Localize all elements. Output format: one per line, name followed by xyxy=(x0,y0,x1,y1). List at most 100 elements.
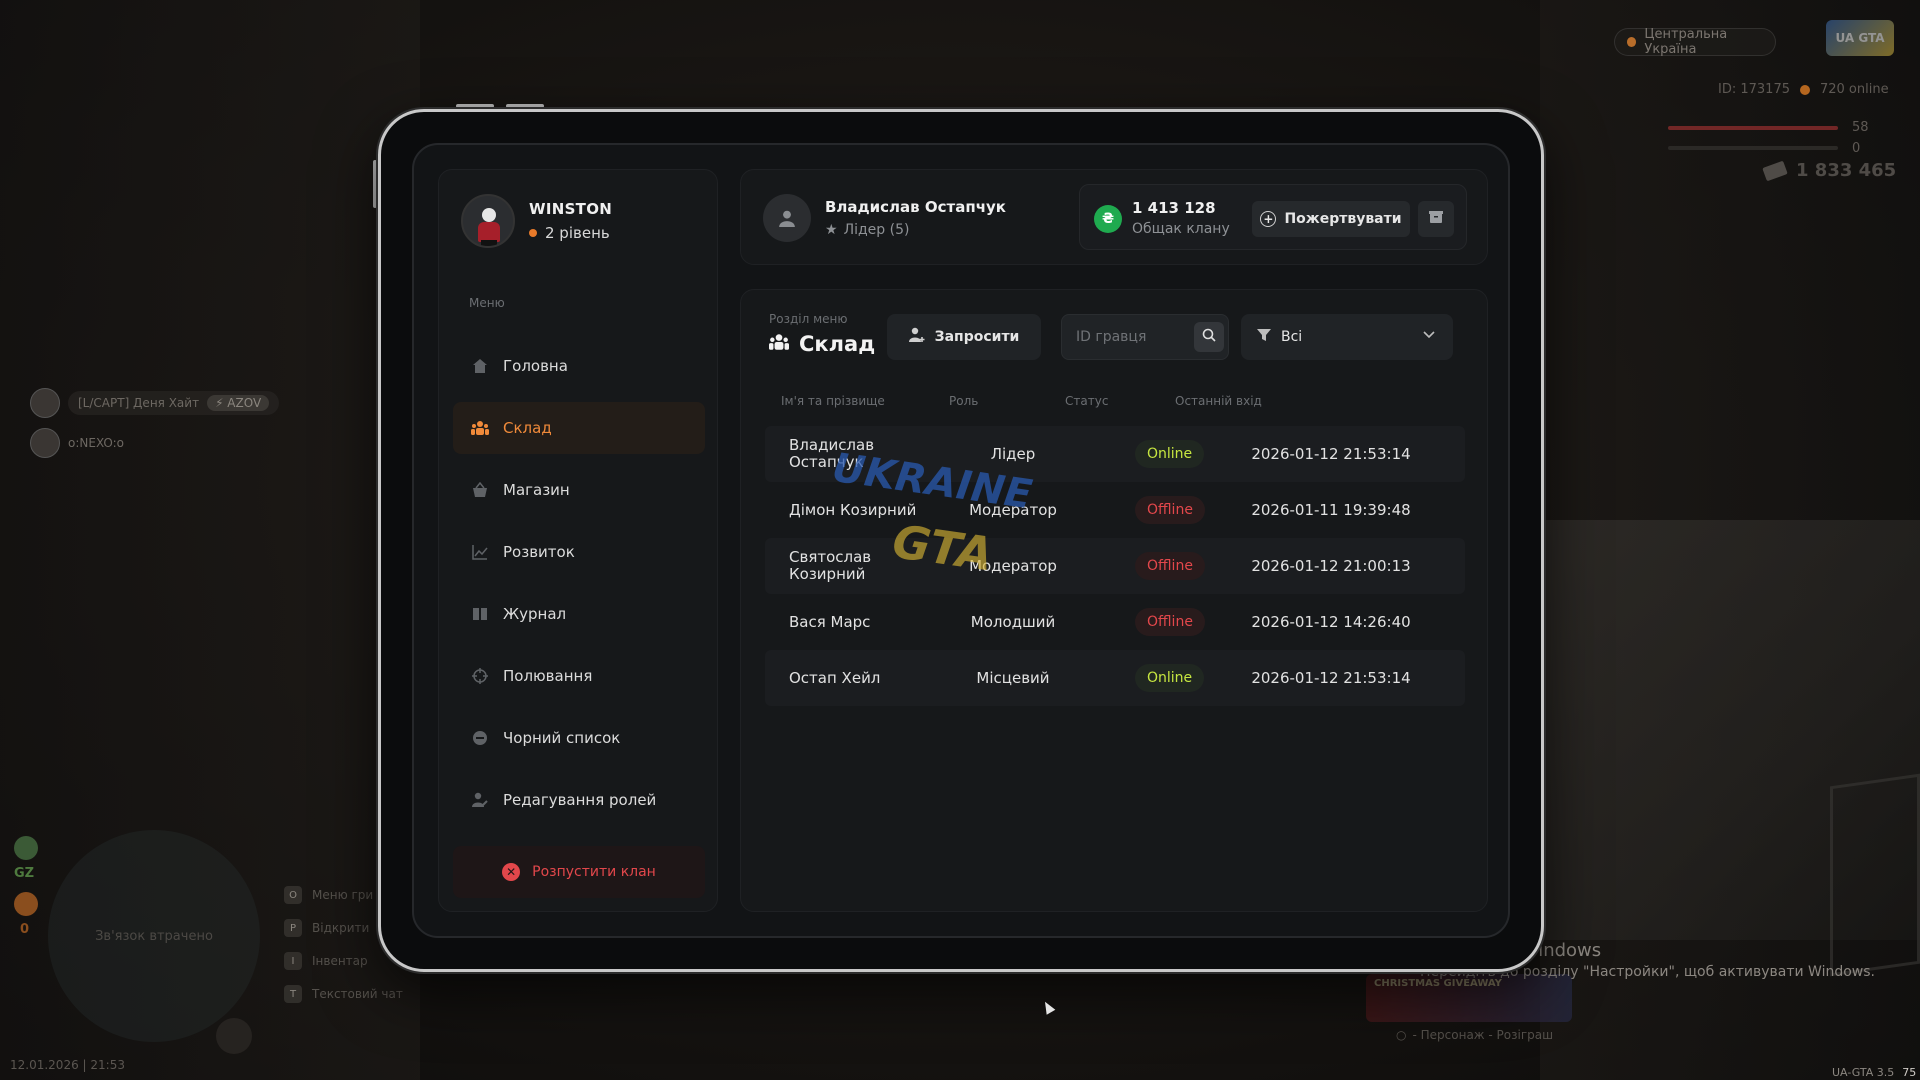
table-row[interactable]: Владислав Остапчук Лідер Online 2026-01-… xyxy=(765,426,1465,482)
leader-role: ★ Лідер (5) xyxy=(825,222,910,238)
sidebar-item-journal[interactable]: Журнал xyxy=(453,588,705,640)
donate-button[interactable]: + Пожертвувати xyxy=(1252,201,1410,237)
member-role: Лідер xyxy=(990,445,1036,463)
member-name: Вася Марс xyxy=(789,612,871,631)
keybind-hint: I Інвентар xyxy=(284,952,368,970)
clan-header: Владислав Остапчук ★ Лідер (5) ₴ 1 413 1… xyxy=(740,169,1488,265)
game-background-frame xyxy=(1830,773,1920,977)
tablet-side-button xyxy=(373,160,377,208)
table-header: Ім'я та прізвище Роль Статус Останній вх… xyxy=(769,394,1461,410)
column-header-status: Статус xyxy=(1065,394,1109,408)
user-level: 2 рівень xyxy=(529,224,612,242)
dissolve-clan-button[interactable]: ✕ Розпустити клан xyxy=(453,846,705,898)
chevron-down-icon xyxy=(1423,328,1435,342)
chat-message: o:NEXO:o xyxy=(30,428,124,458)
safe-icon xyxy=(1429,210,1443,228)
online-icon xyxy=(1799,84,1810,95)
member-name: Владислав Остапчук xyxy=(789,436,875,471)
money-icon xyxy=(1762,160,1788,181)
status-filter-select[interactable]: Всі xyxy=(1241,314,1453,360)
chat-pill: [L/CAPT] Деня Хайт ⚡ AZOV xyxy=(68,391,280,415)
search-button[interactable] xyxy=(1194,322,1224,352)
sidebar-item-role-editing[interactable]: Редагування ролей xyxy=(453,774,705,826)
basket-icon xyxy=(471,481,489,499)
sidebar-item-hunting[interactable]: Полювання xyxy=(453,650,705,702)
shield-icon xyxy=(14,836,38,860)
tablet-power-button xyxy=(506,104,544,108)
tablet-volume-button xyxy=(456,104,494,108)
sidebar-item-development[interactable]: Розвиток xyxy=(453,526,705,578)
hud-health-bar xyxy=(1668,126,1838,130)
table-row[interactable]: Дімон Козирний Модератор Offline 2026-01… xyxy=(765,482,1465,538)
status-badge: Offline xyxy=(1135,496,1205,524)
hud-server-badge: Центральна Україна xyxy=(1614,27,1776,57)
status-badge: Offline xyxy=(1135,608,1205,636)
sidebar: WINSTON 2 рівень Меню Головна Склад Мага… xyxy=(438,169,718,912)
home-icon xyxy=(471,357,489,375)
chart-icon xyxy=(471,543,489,561)
members-panel: Розділ меню Склад Запросити Всі Ім'я та … xyxy=(740,289,1488,912)
minimap: Зв'язок втрачено xyxy=(48,830,260,1042)
keybind-hint: T Текстовий чат xyxy=(284,985,403,1003)
chat-avatar xyxy=(30,388,60,418)
table-row[interactable]: Святослав Козирний Модератор Offline 202… xyxy=(765,538,1465,594)
book-icon xyxy=(471,605,489,623)
table-row[interactable]: Остап Хейл Місцевий Online 2026-01-12 21… xyxy=(765,650,1465,706)
keybind-hint: O Меню гри xyxy=(284,886,373,904)
date-time-stamp: 12.01.2026 | 21:53 xyxy=(10,1058,125,1072)
page-title: Склад xyxy=(769,332,875,356)
hud-player-info: ID: 173175 720 online xyxy=(1718,82,1889,97)
member-role: Місцевий xyxy=(976,669,1050,687)
table-row[interactable]: Вася Марс Молодший Offline 2026-01-12 14… xyxy=(765,594,1465,650)
filter-icon xyxy=(1257,328,1271,346)
hud-server-name: Центральна Україна xyxy=(1644,27,1728,57)
zone-count: 0 xyxy=(20,922,30,937)
gift-icon: ○ xyxy=(1396,1028,1407,1042)
invite-button[interactable]: Запросити xyxy=(887,314,1041,360)
bank-label: Общак клану xyxy=(1132,221,1230,237)
giveaway-caption: ○ - Персонаж - Розіграш xyxy=(1396,1028,1554,1042)
member-name: Святослав Козирний xyxy=(789,548,872,583)
crosshair-icon xyxy=(471,667,489,685)
version-label: UA-GTA 3.5 75 xyxy=(1832,1066,1917,1079)
filter-value: Всі xyxy=(1281,329,1303,345)
search-input[interactable] xyxy=(1076,329,1188,345)
column-header-last-login: Останній вхід xyxy=(1175,394,1262,408)
hud-player-id: ID: 173175 xyxy=(1718,82,1790,97)
mouse-cursor-icon xyxy=(1040,999,1056,1015)
search-icon xyxy=(1202,328,1216,346)
people-icon xyxy=(471,419,489,437)
minus-circle-icon xyxy=(471,729,489,747)
server-icon xyxy=(1627,37,1637,47)
sidebar-item-blacklist[interactable]: Чорний список xyxy=(453,712,705,764)
cross-icon xyxy=(14,892,38,916)
giveaway-banner: CHRISTMAS GIVEAWAY xyxy=(1366,974,1572,1022)
user-profile: WINSTON 2 рівень xyxy=(461,194,612,248)
member-last-login: 2026-01-12 21:53:14 xyxy=(1251,669,1411,687)
star-icon: ★ xyxy=(825,222,838,238)
status-badge: Online xyxy=(1135,440,1205,468)
sidebar-item-home[interactable]: Головна xyxy=(453,340,705,392)
member-name: Дімон Козирний xyxy=(789,500,917,519)
sidebar-nav: Головна Склад Магазин Розвиток Журнал По… xyxy=(453,340,705,836)
bank-amount: 1 413 128 xyxy=(1132,199,1216,217)
status-badge: Offline xyxy=(1135,552,1205,580)
microphone-icon[interactable] xyxy=(216,1018,252,1054)
hryvnia-icon: ₴ xyxy=(1094,205,1122,233)
sidebar-item-warehouse[interactable]: Склад xyxy=(453,402,705,454)
sidebar-item-shop[interactable]: Магазин xyxy=(453,464,705,516)
hud-game-logo: UA GTA xyxy=(1826,20,1894,56)
add-user-icon xyxy=(908,327,925,347)
leader-name: Владислав Остапчук xyxy=(825,198,1006,216)
member-name: Остап Хейл xyxy=(789,668,881,687)
minimap-lost-text: Зв'язок втрачено xyxy=(95,928,213,944)
chat-avatar xyxy=(30,428,60,458)
chat-message: [L/CAPT] Деня Хайт ⚡ AZOV xyxy=(30,388,280,418)
hud-health-value: 58 xyxy=(1852,120,1869,135)
chat-author: [L/CAPT] Деня Хайт xyxy=(78,396,200,410)
people-icon xyxy=(769,332,789,356)
avatar xyxy=(461,194,515,248)
tablet-screen: WINSTON 2 рівень Меню Головна Склад Мага… xyxy=(412,143,1510,938)
safe-button[interactable] xyxy=(1418,201,1454,237)
keybind-hint: P Відкрити xyxy=(284,919,369,937)
